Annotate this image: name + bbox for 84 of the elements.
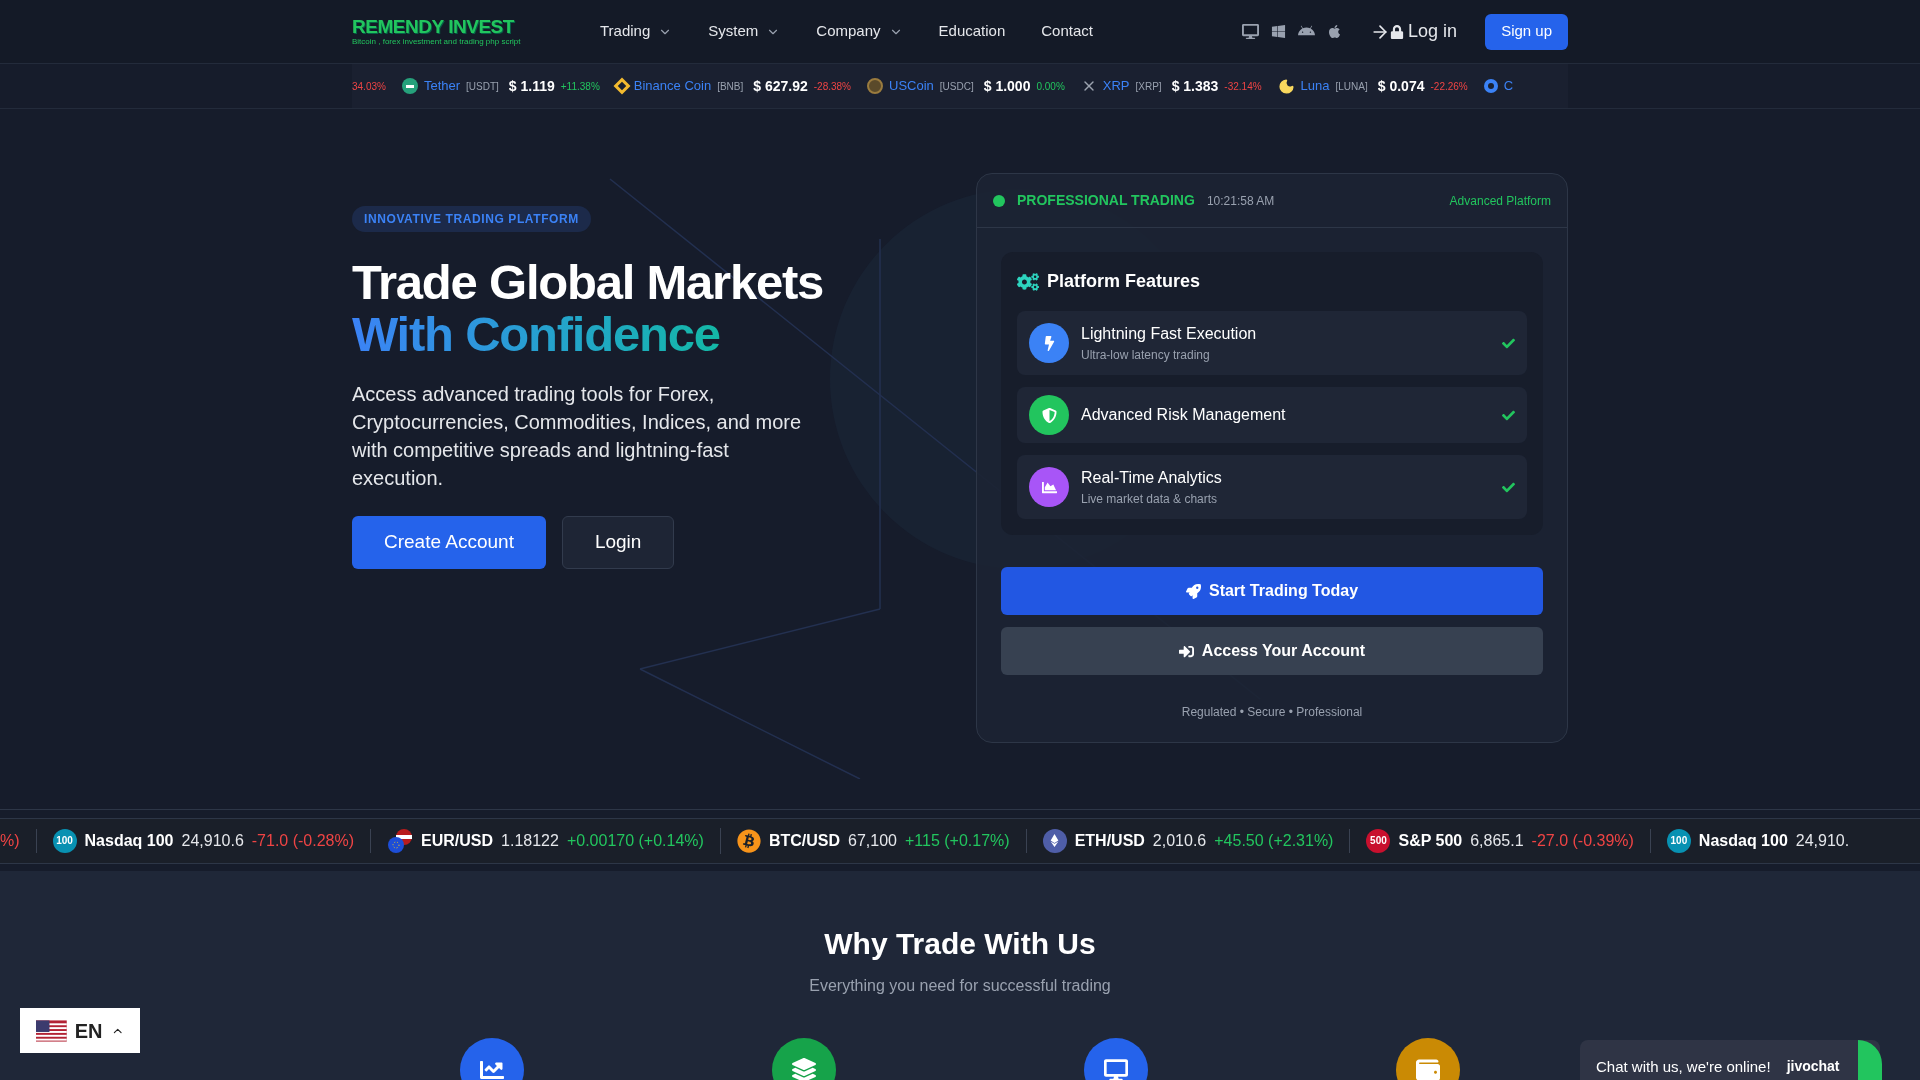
market-change: +115 (+0.17%) bbox=[904, 830, 1010, 851]
nav-link[interactable]: System bbox=[708, 20, 781, 43]
market-name[interactable]: ETH/USD bbox=[1074, 828, 1145, 853]
market-price: 1.18122 bbox=[501, 830, 559, 851]
market-name[interactable]: Nasdaq 100 bbox=[84, 828, 174, 853]
flag-icon bbox=[36, 1019, 67, 1042]
gears-icon bbox=[1017, 270, 1039, 293]
coin-change: -22.26% bbox=[1430, 79, 1468, 94]
coin-price: $ 0.074 bbox=[1377, 76, 1425, 96]
coin-change: 0.00% bbox=[1036, 79, 1065, 94]
coin-name[interactable]: Luna bbox=[1300, 76, 1330, 96]
market-name[interactable]: BTC/USD bbox=[768, 828, 840, 853]
sign-in-icon bbox=[1178, 643, 1194, 659]
nav-link[interactable]: Company bbox=[816, 20, 903, 43]
coin-name[interactable]: Binance Coin bbox=[633, 76, 712, 96]
status-label: PROFESSIONAL TRADING bbox=[1017, 191, 1195, 210]
market-price: 2,010.6 bbox=[1152, 830, 1207, 851]
coin-symbol: [XRP] bbox=[1135, 79, 1162, 94]
coin-price: $ 1.119 bbox=[508, 76, 555, 96]
hero-title: Trade Global Markets bbox=[352, 256, 825, 308]
market-price: 24,910. bbox=[1795, 830, 1850, 851]
market-name[interactable]: EUR/USD bbox=[421, 828, 494, 853]
hero-badge: INNOVATIVE TRADING PLATFORM bbox=[352, 206, 591, 232]
feature-subtitle: Ultra-low latency trading bbox=[1081, 347, 1211, 364]
market-price: 67,100 bbox=[848, 830, 897, 851]
nav-link[interactable]: Contact bbox=[1041, 20, 1093, 43]
index-badge: 500 bbox=[1366, 828, 1391, 853]
language-selector[interactable]: EN bbox=[20, 1008, 140, 1053]
market-change: %) bbox=[0, 830, 20, 851]
feature-title: Lightning Fast Execution bbox=[1081, 324, 1257, 344]
market-change: -27.0 (-0.39%) bbox=[1531, 830, 1634, 851]
index-badge: 100 bbox=[52, 828, 77, 853]
chat-widget[interactable]: Chat with us, we're online! jivochat bbox=[1580, 1040, 1880, 1080]
login-button[interactable]: Login bbox=[561, 516, 675, 569]
coin-price: $ 1.000 bbox=[983, 76, 1031, 96]
coin-price: $ 627.92 bbox=[753, 76, 808, 96]
coin-name[interactable]: XRP bbox=[1102, 76, 1130, 96]
chat-text: Chat with us, we're online! bbox=[1596, 1057, 1771, 1077]
market-change: +0.00170 (+0.14%) bbox=[566, 830, 704, 851]
coin-symbol: [LUNA] bbox=[1335, 79, 1368, 94]
market-change: +45.50 (+2.31%) bbox=[1214, 830, 1334, 851]
logo-tagline: Bitcoin , forex investment and trading php script bbox=[352, 38, 522, 46]
market-name[interactable]: Nasdaq 100 bbox=[1698, 828, 1788, 853]
coin-change: -32.14% bbox=[1224, 79, 1262, 94]
market-price: 24,910.6 bbox=[181, 830, 244, 851]
create-account-button[interactable]: Create Account bbox=[352, 516, 546, 569]
nav-link[interactable]: Trading bbox=[600, 20, 673, 43]
coin-change: 34.03% bbox=[352, 79, 386, 94]
login-link[interactable]: Log in bbox=[1408, 18, 1458, 45]
feature-subtitle: Live market data & charts bbox=[1081, 491, 1219, 508]
signup-button[interactable]: Sign up bbox=[1485, 13, 1568, 50]
apple-icon[interactable] bbox=[1327, 24, 1343, 39]
logo[interactable]: REMENDY INVEST bbox=[352, 17, 552, 36]
market-change: -71.0 (-0.28%) bbox=[251, 830, 355, 851]
clock-time: 10:21:58 AM bbox=[1206, 192, 1275, 210]
index-badge: 100 bbox=[1666, 828, 1691, 853]
coin-name[interactable]: C bbox=[1503, 76, 1514, 96]
section-title: Why Trade With Us bbox=[824, 926, 1096, 962]
coin-name[interactable]: USCoin bbox=[889, 76, 934, 96]
access-account-button[interactable]: Access Your Account bbox=[1001, 627, 1543, 675]
coin-name[interactable]: Tether bbox=[423, 76, 461, 96]
panel-title: Platform Features bbox=[1047, 270, 1201, 293]
hero-description: Access advanced trading tools for Forex, Cryptocurrencies, Commodities, Indices, and more with competitive spreads and lightning-fast execution. bbox=[352, 382, 803, 491]
market-name[interactable]: S&P 500 bbox=[1398, 828, 1463, 853]
coin-symbol: [BNB] bbox=[717, 79, 744, 94]
coin-change: +11.38% bbox=[560, 79, 600, 94]
windows-icon[interactable] bbox=[1271, 24, 1287, 39]
coin-symbol: [USDC] bbox=[939, 79, 974, 94]
coin-change: -28.38% bbox=[813, 79, 851, 94]
platform-tag: Advanced Platform bbox=[1449, 191, 1551, 210]
chat-brand: jivochat bbox=[1786, 1057, 1840, 1076]
nav-link[interactable]: Education bbox=[938, 20, 1006, 43]
start-trading-button[interactable]: Start Trading Today bbox=[1001, 567, 1543, 615]
market-price: 6,865.1 bbox=[1470, 830, 1524, 851]
flag-icon bbox=[387, 827, 414, 854]
feature-title: Advanced Risk Management bbox=[1081, 405, 1286, 425]
rocket-icon bbox=[1185, 583, 1201, 599]
coin-symbol: [USDT] bbox=[466, 79, 499, 94]
section-subtitle: Everything you need for successful trading bbox=[809, 976, 1111, 996]
desktop-icon[interactable] bbox=[1242, 23, 1260, 40]
online-indicator bbox=[1858, 1040, 1882, 1080]
card-footer: Regulated • Secure • Professional bbox=[1001, 703, 1543, 721]
coin-price: $ 1.383 bbox=[1171, 76, 1219, 96]
feature-title: Real-Time Analytics bbox=[1081, 468, 1222, 488]
